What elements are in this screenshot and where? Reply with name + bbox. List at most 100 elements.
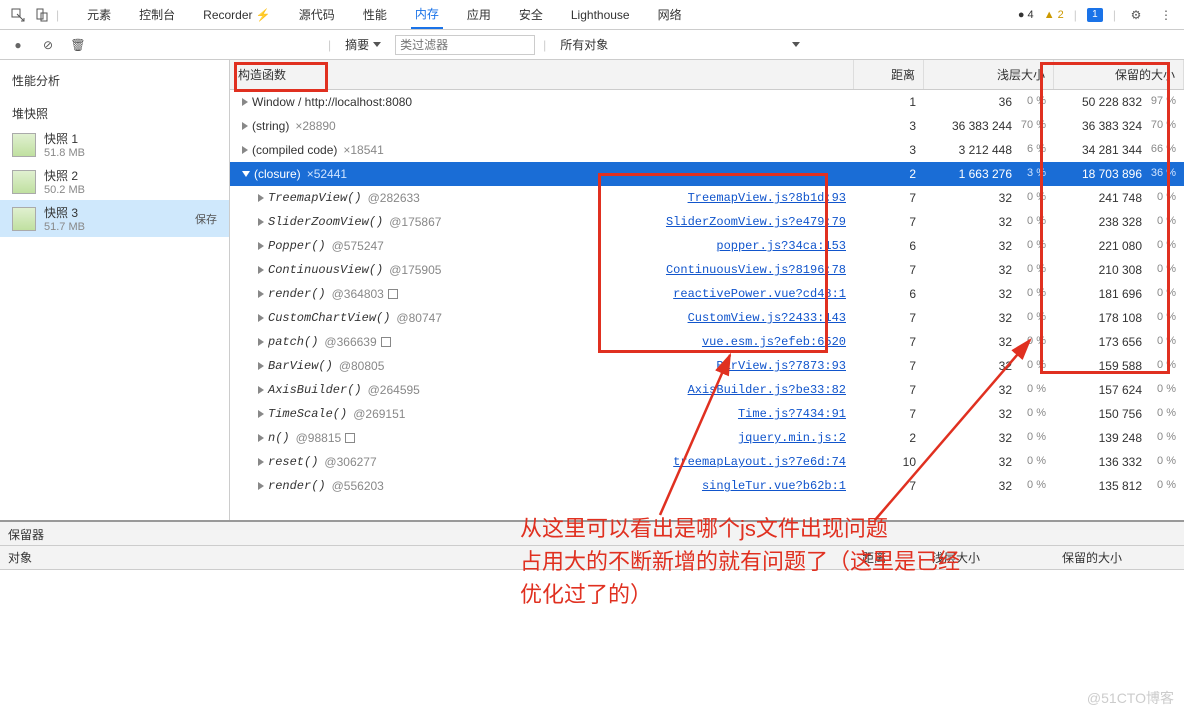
table-row[interactable]: reset()@306277treemapLayout.js?7e6d:7410… xyxy=(230,450,1184,474)
expand-icon[interactable] xyxy=(258,338,264,346)
table-row[interactable]: Window / http://localhost:80801360 %50 2… xyxy=(230,90,1184,114)
source-link[interactable]: singleTur.vue?b62b:1 xyxy=(702,479,846,493)
clear-icon[interactable]: ⊘ xyxy=(38,35,58,55)
expand-icon[interactable] xyxy=(242,98,248,106)
object-count: @366639 xyxy=(324,335,376,349)
object-count: @282633 xyxy=(368,191,420,205)
tab-performance[interactable]: 性能 xyxy=(359,0,391,29)
class-filter-input[interactable] xyxy=(395,35,535,55)
source-link[interactable]: popper.js?34ca:153 xyxy=(716,239,846,253)
snapshot-item[interactable]: 快照 151.8 MB xyxy=(0,126,229,163)
snapshot-item[interactable]: 快照 250.2 MB xyxy=(0,163,229,200)
expand-icon[interactable] xyxy=(258,410,264,418)
table-row[interactable]: Popper()@575247popper.js?34ca:1536320 %2… xyxy=(230,234,1184,258)
source-link[interactable]: reactivePower.vue?cd48:1 xyxy=(673,287,846,301)
warning-badge[interactable]: ▲ 2 xyxy=(1044,9,1064,21)
expand-icon[interactable] xyxy=(258,242,264,250)
shallow-cell: 320 % xyxy=(924,335,1054,349)
expand-icon[interactable] xyxy=(242,122,248,130)
more-icon[interactable]: ⋮ xyxy=(1156,5,1176,25)
header-distance[interactable]: 距离 xyxy=(854,549,924,566)
inspect-icon[interactable] xyxy=(8,5,28,25)
table-row[interactable]: render()@556203singleTur.vue?b62b:17320 … xyxy=(230,474,1184,498)
snapshot-save-button[interactable]: 保存 xyxy=(195,211,217,227)
tab-memory[interactable]: 内存 xyxy=(411,0,443,29)
expand-icon[interactable] xyxy=(258,266,264,274)
source-link[interactable]: BarView.js?7873:93 xyxy=(716,359,846,373)
tab-network[interactable]: 网络 xyxy=(654,0,686,29)
expand-icon[interactable] xyxy=(258,482,264,490)
header-shallow[interactable]: 浅层大小 xyxy=(924,60,1054,89)
distance-cell: 6 xyxy=(854,287,924,301)
source-link[interactable]: treemapLayout.js?7e6d:74 xyxy=(673,455,846,469)
table-row[interactable]: (compiled code)×1854133 212 4486 %34 281… xyxy=(230,138,1184,162)
distance-cell: 1 xyxy=(854,95,924,109)
tab-recorder[interactable]: Recorder ⚡ xyxy=(199,0,275,29)
expand-icon[interactable] xyxy=(258,290,264,298)
object-count: @575247 xyxy=(332,239,384,253)
snapshot-size: 51.8 MB xyxy=(44,147,85,159)
header-object[interactable]: 对象 xyxy=(0,549,854,566)
tab-security[interactable]: 安全 xyxy=(515,0,547,29)
summary-dropdown[interactable]: 摘要 xyxy=(339,34,387,55)
retained-cell: 178 1080 % xyxy=(1054,311,1184,325)
table-row[interactable]: TreemapView()@282633TreemapView.js?8b1d:… xyxy=(230,186,1184,210)
expand-icon[interactable] xyxy=(258,386,264,394)
source-link[interactable]: AxisBuilder.js?be33:82 xyxy=(688,383,846,397)
tab-console[interactable]: 控制台 xyxy=(135,0,179,29)
table-row[interactable]: patch()@366639vue.esm.js?efeb:65207320 %… xyxy=(230,330,1184,354)
expand-icon[interactable] xyxy=(258,434,264,442)
header-constructor[interactable]: 构造函数 xyxy=(230,60,854,89)
tab-elements[interactable]: 元素 xyxy=(83,0,115,29)
table-rows[interactable]: Window / http://localhost:80801360 %50 2… xyxy=(230,90,1184,520)
expand-icon[interactable] xyxy=(258,458,264,466)
header-retained[interactable]: 保留的大小 xyxy=(1054,60,1184,89)
tab-sources[interactable]: 源代码 xyxy=(295,0,339,29)
distance-cell: 7 xyxy=(854,407,924,421)
tab-application[interactable]: 应用 xyxy=(463,0,495,29)
source-link[interactable]: Time.js?7434:91 xyxy=(738,407,846,421)
source-link[interactable]: CustomView.js?2433:143 xyxy=(688,311,846,325)
error-badge[interactable]: ● 4 xyxy=(1018,9,1034,21)
header-retained[interactable]: 保留的大小 xyxy=(1054,549,1184,566)
table-row[interactable]: (closure)×5244121 663 2763 %18 703 89636… xyxy=(230,162,1184,186)
content-panel: 构造函数 距离 浅层大小 保留的大小 Window / http://local… xyxy=(230,60,1184,520)
table-row[interactable]: SliderZoomView()@175867SliderZoomView.js… xyxy=(230,210,1184,234)
header-shallow[interactable]: 浅层大小 xyxy=(924,549,1054,566)
source-link[interactable]: TreemapView.js?8b1d:93 xyxy=(688,191,846,205)
shallow-cell: 320 % xyxy=(924,239,1054,253)
delete-icon[interactable]: 🗑 xyxy=(68,35,88,55)
table-row[interactable]: CustomChartView()@80747CustomView.js?243… xyxy=(230,306,1184,330)
table-row[interactable]: ContinuousView()@175905ContinuousView.js… xyxy=(230,258,1184,282)
table-row[interactable]: AxisBuilder()@264595AxisBuilder.js?be33:… xyxy=(230,378,1184,402)
table-row[interactable]: n()@98815jquery.min.js:22320 %139 2480 % xyxy=(230,426,1184,450)
object-count: @264595 xyxy=(368,383,420,397)
expand-icon[interactable] xyxy=(258,194,264,202)
device-icon[interactable] xyxy=(32,5,52,25)
expand-icon[interactable] xyxy=(242,171,250,177)
expand-icon[interactable] xyxy=(258,218,264,226)
retained-cell: 159 5880 % xyxy=(1054,359,1184,373)
all-objects-dropdown[interactable]: 所有对象 xyxy=(554,34,806,55)
tab-lighthouse[interactable]: Lighthouse xyxy=(567,0,634,29)
source-link[interactable]: jquery.min.js:2 xyxy=(738,431,846,445)
retained-cell: 150 7560 % xyxy=(1054,407,1184,421)
source-link[interactable]: vue.esm.js?efeb:6520 xyxy=(702,335,846,349)
shallow-cell: 320 % xyxy=(924,407,1054,421)
expand-icon[interactable] xyxy=(258,362,264,370)
shallow-cell: 36 383 24470 % xyxy=(924,119,1054,133)
source-link[interactable]: ContinuousView.js?8196:78 xyxy=(666,263,846,277)
table-row[interactable]: (string)×28890336 383 24470 %36 383 3247… xyxy=(230,114,1184,138)
source-link[interactable]: SliderZoomView.js?e479:79 xyxy=(666,215,846,229)
messages-icon[interactable]: 1 xyxy=(1087,8,1103,22)
table-row[interactable]: TimeScale()@269151Time.js?7434:917320 %1… xyxy=(230,402,1184,426)
table-row[interactable]: render()@364803reactivePower.vue?cd48:16… xyxy=(230,282,1184,306)
record-icon[interactable]: ● xyxy=(8,35,28,55)
table-row[interactable]: BarView()@80805BarView.js?7873:937320 %1… xyxy=(230,354,1184,378)
retained-cell: 241 7480 % xyxy=(1054,191,1184,205)
expand-icon[interactable] xyxy=(242,146,248,154)
gear-icon[interactable]: ⚙ xyxy=(1126,5,1146,25)
expand-icon[interactable] xyxy=(258,314,264,322)
snapshot-item[interactable]: 快照 351.7 MB 保存 xyxy=(0,200,229,237)
header-distance[interactable]: 距离 xyxy=(854,60,924,89)
